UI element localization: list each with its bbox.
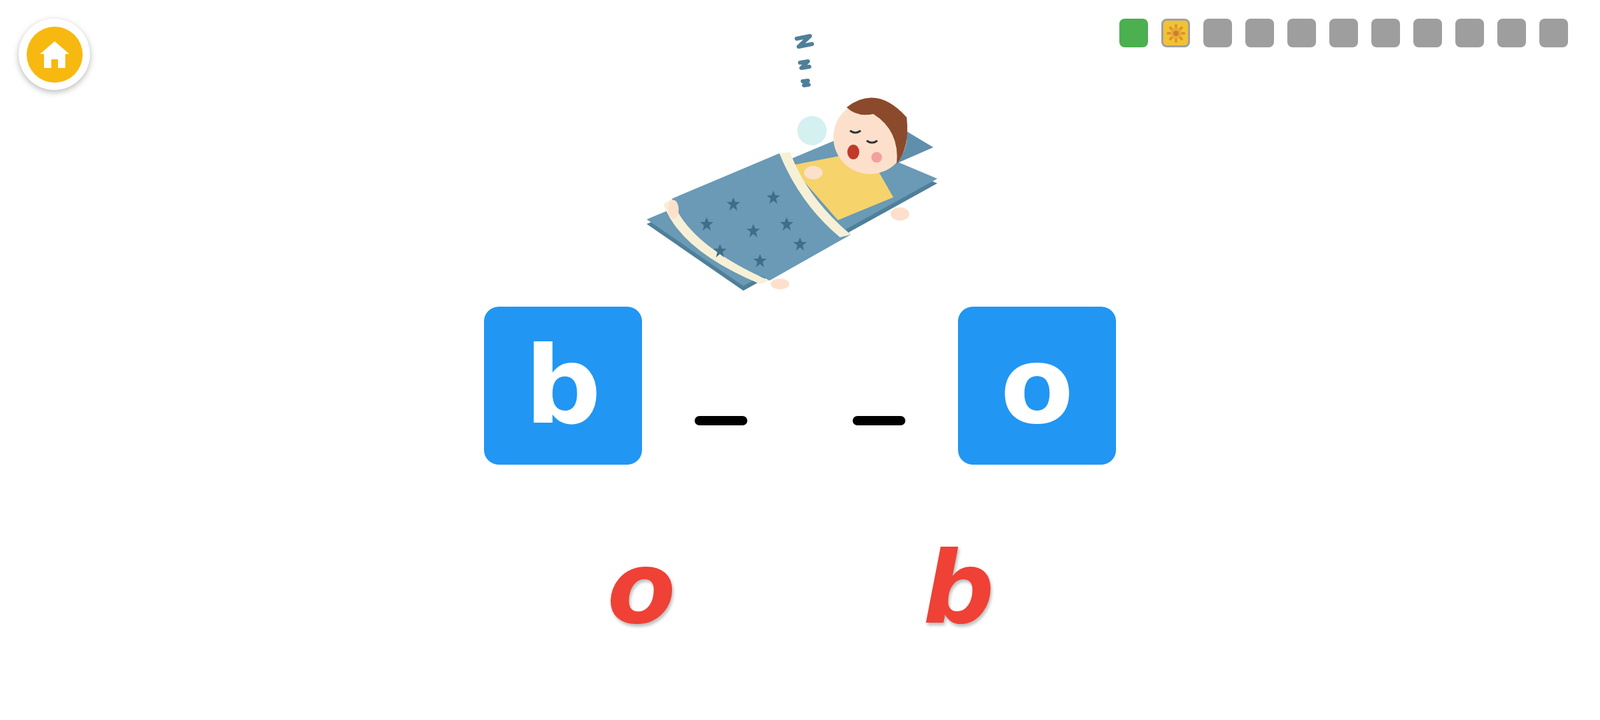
word-row: bo [484,306,1116,465]
progress-step [1161,18,1190,48]
letter-tile: b [484,306,642,465]
blanket-star-icon [766,190,780,204]
progress-step [1413,18,1442,48]
blank-slot[interactable] [642,306,800,465]
blank-dash [852,416,906,426]
progress-step [1497,18,1526,48]
blanket-star-icon [793,237,807,251]
progress-step [1329,18,1358,48]
home-icon [38,39,72,70]
blanket-star-icon [700,217,714,231]
blank-slot[interactable] [800,306,958,465]
progress-bar [1119,18,1568,48]
blank-dash [694,416,748,426]
home-button-face [26,26,83,83]
letter-choices: ob [574,538,1026,638]
blanket-star-icon [746,224,760,238]
progress-step [1245,18,1274,48]
sleeping-child-illustration [646,30,940,291]
sun-icon [1166,23,1186,44]
letter-tile: o [958,306,1116,465]
blanket-star-icon [780,217,794,231]
progress-step [1455,18,1484,48]
zzz-icon [796,36,812,86]
blanket-star-icon [753,254,767,268]
progress-step [1371,18,1400,48]
progress-step [1119,18,1148,48]
letter-choice[interactable]: o [574,538,708,638]
progress-step [1539,18,1568,48]
blanket-star-icon [713,244,727,258]
game-screen: boob [0,0,1600,720]
home-button[interactable] [18,18,90,90]
header [0,0,1600,291]
progress-step [1287,18,1316,48]
blanket-star-icon [726,197,740,211]
letter-choice[interactable]: b [892,538,1026,638]
progress-step [1203,18,1232,48]
